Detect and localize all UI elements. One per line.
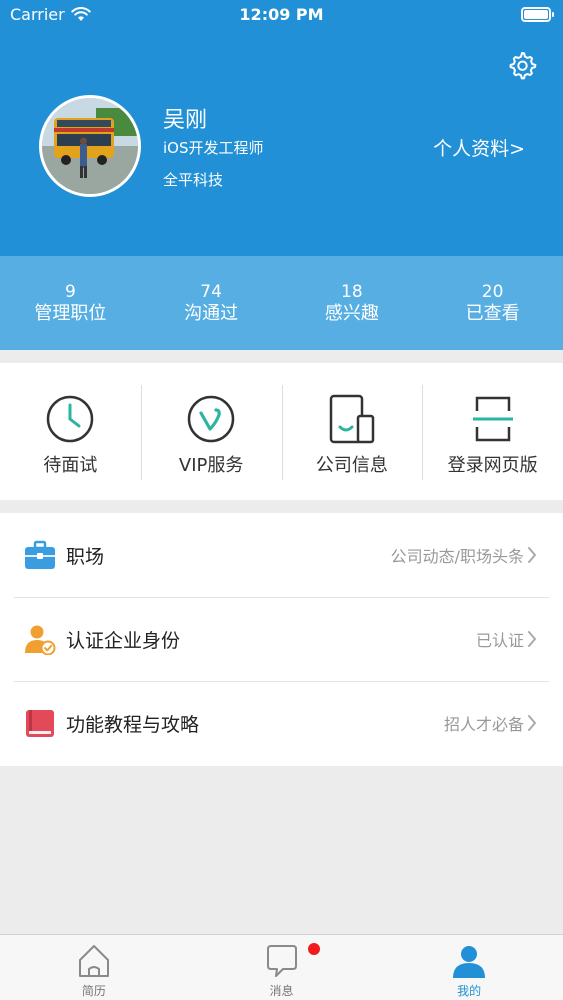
tab-resume[interactable]: 简历 — [0, 935, 188, 1000]
quick-action-vip[interactable]: VIP服务 — [140, 363, 282, 500]
tab-label: 消息 — [269, 984, 294, 998]
chevron-right-icon — [528, 715, 536, 731]
stat-managed-positions[interactable]: 9 管理职位 — [0, 256, 141, 350]
gear-icon[interactable] — [507, 50, 537, 80]
menu-item-value: 公司动态/职场头条 — [390, 547, 524, 566]
stat-label: 沟通过 — [184, 303, 239, 324]
quick-action-label: VIP服务 — [178, 455, 244, 476]
tab-messages[interactable]: 消息 — [188, 935, 376, 1000]
profile-role: iOS开发工程师 — [163, 139, 264, 157]
book-icon — [26, 710, 54, 737]
tab-label: 我的 — [457, 984, 482, 998]
briefcase-icon — [25, 540, 55, 569]
profile-name: 吴刚 — [163, 108, 208, 133]
chevron-right-icon — [528, 547, 536, 563]
stat-value: 74 — [200, 282, 222, 302]
stat-label: 感兴趣 — [324, 303, 379, 324]
menu-item-title: 职场 — [66, 545, 105, 568]
menu-item-tutorials[interactable]: 功能教程与攻略 招人才必备 — [0, 681, 563, 765]
home-icon — [78, 945, 109, 977]
avatar-photo — [42, 98, 138, 194]
stat-viewed[interactable]: 20 已查看 — [422, 256, 563, 350]
quick-action-label: 登录网页版 — [447, 455, 538, 476]
menu-item-title: 功能教程与攻略 — [66, 713, 200, 736]
stat-value: 9 — [64, 282, 76, 302]
unread-badge — [307, 943, 320, 955]
quick-action-interviews[interactable]: 待面试 — [0, 363, 141, 500]
stat-label: 管理职位 — [34, 303, 107, 324]
quick-action-web-login[interactable]: 登录网页版 — [422, 363, 563, 500]
menu-item-workplace[interactable]: 职场 公司动态/职场头条 — [0, 513, 563, 597]
stat-communicated[interactable]: 74 沟通过 — [141, 256, 282, 350]
battery-icon — [521, 7, 554, 22]
status-bar: Carrier 12:09 PM — [0, 0, 563, 30]
vip-icon — [187, 395, 235, 443]
chevron-right-icon — [528, 631, 536, 647]
menu-item-verification[interactable]: 认证企业身份 已认证 — [0, 597, 563, 681]
profile-details-link[interactable]: 个人资料> — [433, 134, 525, 161]
quick-action-company[interactable]: 公司信息 — [281, 363, 423, 500]
menu-item-value: 招人才必备 — [443, 715, 524, 734]
quick-actions: 待面试 VIP服务 公司信息 登录网页版 — [0, 363, 563, 500]
clock-icon — [47, 395, 94, 443]
status-time: 12:09 PM — [239, 5, 324, 24]
quick-action-label: 公司信息 — [315, 455, 388, 476]
company-icon — [329, 394, 375, 444]
chat-icon — [266, 945, 297, 977]
tab-label: 简历 — [81, 984, 106, 998]
stat-value: 18 — [341, 282, 363, 302]
stat-interested[interactable]: 18 感兴趣 — [282, 256, 423, 350]
scan-icon — [472, 396, 513, 442]
tab-mine[interactable]: 我的 — [375, 935, 563, 1000]
quick-action-label: 待面试 — [43, 455, 98, 476]
profile-header: Carrier 12:09 PM 吴刚 iOS开发工程师 全平科技 个人资料> — [0, 0, 563, 256]
person-icon — [453, 946, 486, 978]
verified-user-icon — [25, 625, 56, 655]
stats-bar: 9 管理职位 74 沟通过 18 感兴趣 20 已查看 — [0, 256, 563, 350]
tab-bar: 简历 消息 我的 — [0, 934, 563, 1000]
stat-value: 20 — [481, 282, 504, 302]
stat-label: 已查看 — [465, 303, 520, 324]
menu-item-title: 认证企业身份 — [66, 629, 181, 652]
menu-list: 职场 公司动态/职场头条 认证企业身份 已认证 功能教程与攻略 招人才必备 — [0, 513, 563, 766]
avatar[interactable] — [39, 95, 141, 197]
profile-company: 全平科技 — [163, 171, 224, 189]
menu-item-value: 已认证 — [475, 631, 524, 650]
